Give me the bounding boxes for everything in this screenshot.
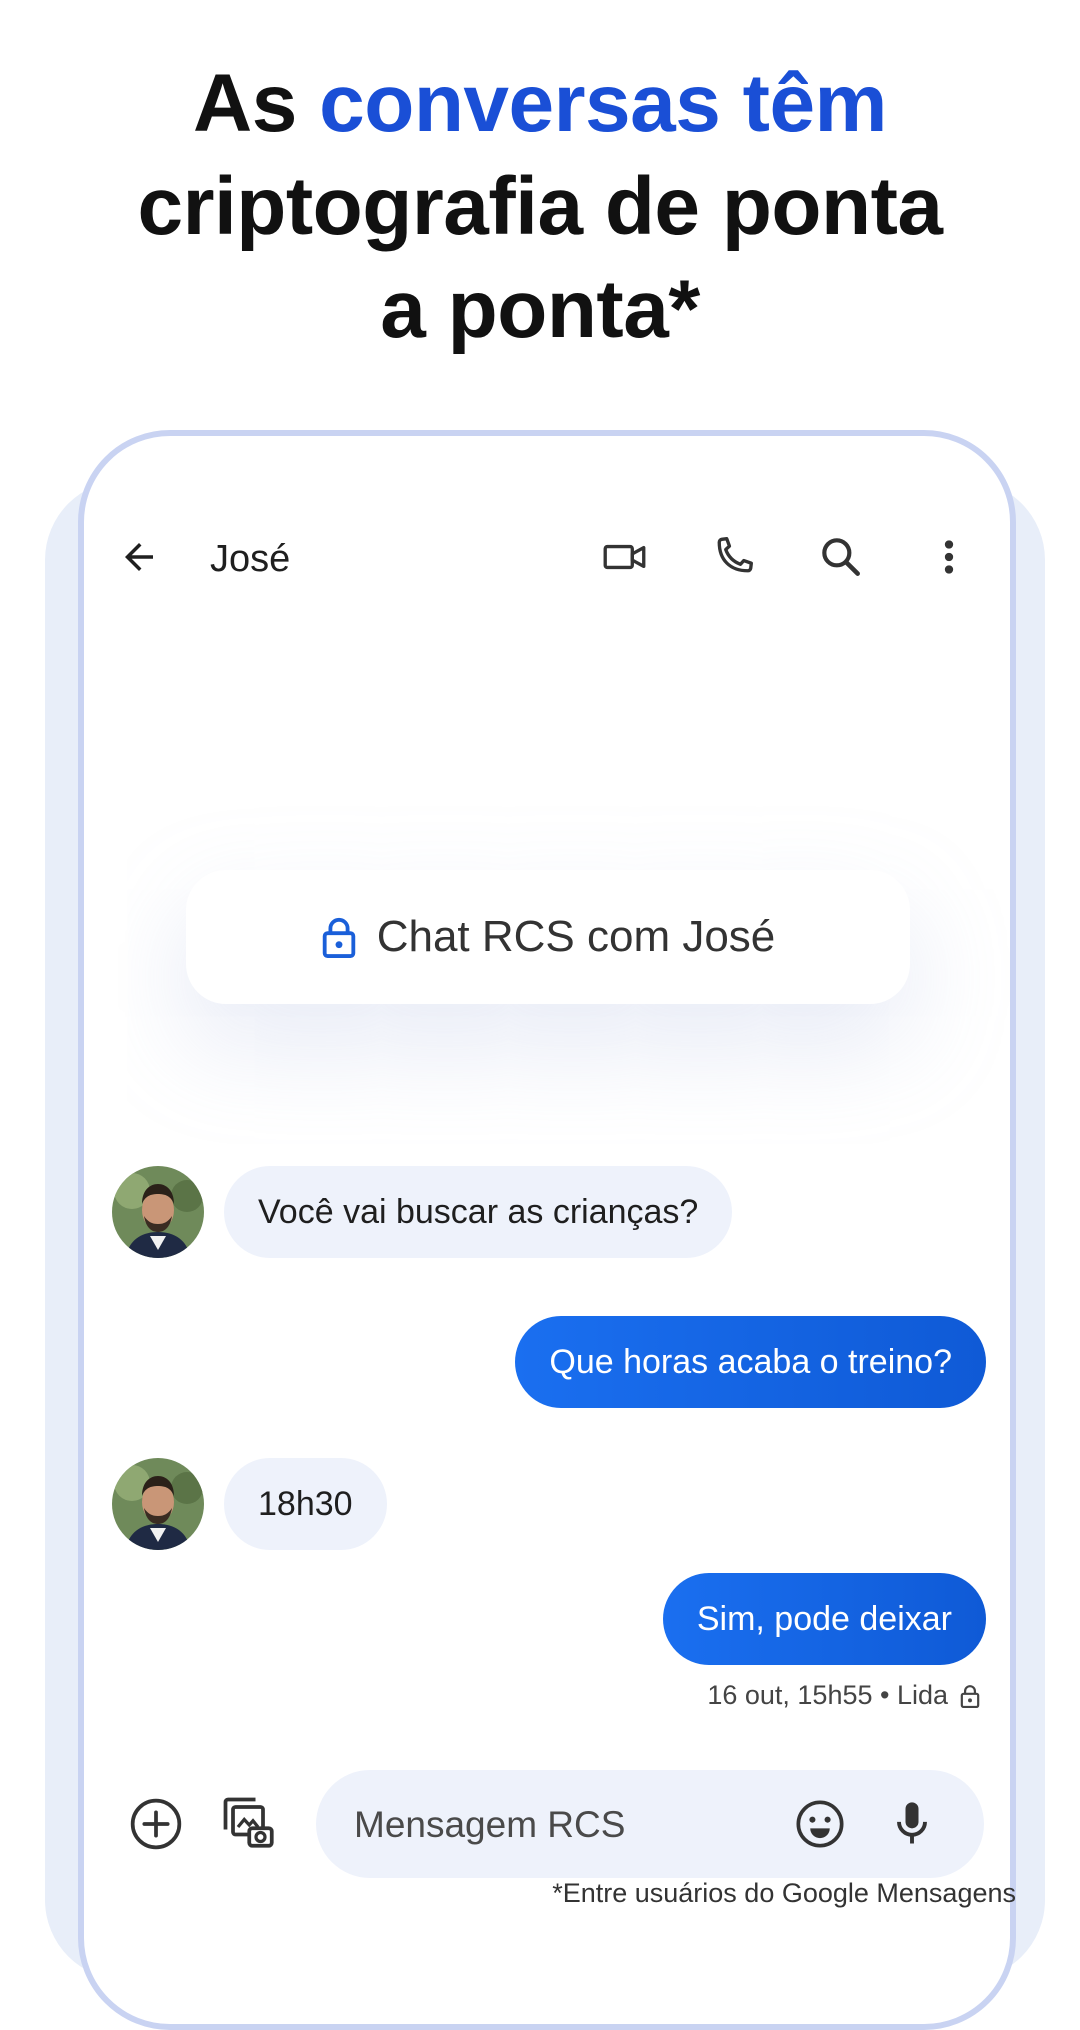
more-vert-icon[interactable] xyxy=(934,532,964,582)
lock-icon xyxy=(322,917,355,958)
avatar[interactable] xyxy=(112,1458,204,1550)
headline-text: As xyxy=(193,58,320,149)
message-bubble-outgoing[interactable]: Sim, pode deixar xyxy=(662,1573,986,1665)
rcs-banner-text: Chat RCS com José xyxy=(376,912,776,961)
phone-icon[interactable] xyxy=(708,532,758,582)
headline-accent: conversas têm xyxy=(319,58,887,149)
message-bubble-outgoing[interactable]: Que horas acaba o treino? xyxy=(515,1316,986,1408)
headline-line-2: criptografia de ponta xyxy=(137,161,943,252)
contact-name: José xyxy=(210,538,291,580)
message-bubble-incoming[interactable]: 18h30 xyxy=(224,1458,387,1550)
message-status: 16 out, 15h55 • Lida xyxy=(707,1680,980,1711)
emoji-icon[interactable] xyxy=(794,1798,846,1850)
message-bubble-incoming[interactable]: Você vai buscar as crianças? xyxy=(224,1166,733,1258)
message-input[interactable] xyxy=(352,1770,756,1880)
lock-icon xyxy=(960,1684,980,1708)
phone-frame: José Chat RCS com José Você vai buscar a… xyxy=(78,430,1016,2030)
mic-icon[interactable] xyxy=(890,1798,934,1850)
status-text: 16 out, 15h55 • Lida xyxy=(707,1680,948,1710)
add-circle-icon[interactable] xyxy=(128,1796,184,1852)
video-call-icon[interactable] xyxy=(600,532,650,582)
headline: As conversas têm criptografia de ponta a… xyxy=(0,52,1080,361)
search-icon[interactable] xyxy=(816,532,866,582)
back-arrow-icon[interactable] xyxy=(118,536,160,578)
message-compose-box[interactable] xyxy=(316,1770,984,1880)
avatar[interactable] xyxy=(112,1166,204,1258)
gallery-icon[interactable] xyxy=(218,1792,278,1852)
headline-line-3: a ponta* xyxy=(380,264,700,355)
headline-line-1: As conversas têm xyxy=(0,52,1080,155)
rcs-chat-banner: Chat RCS com José xyxy=(186,870,910,1004)
footnote: *Entre usuários do Google Mensagens xyxy=(552,1878,1016,1908)
